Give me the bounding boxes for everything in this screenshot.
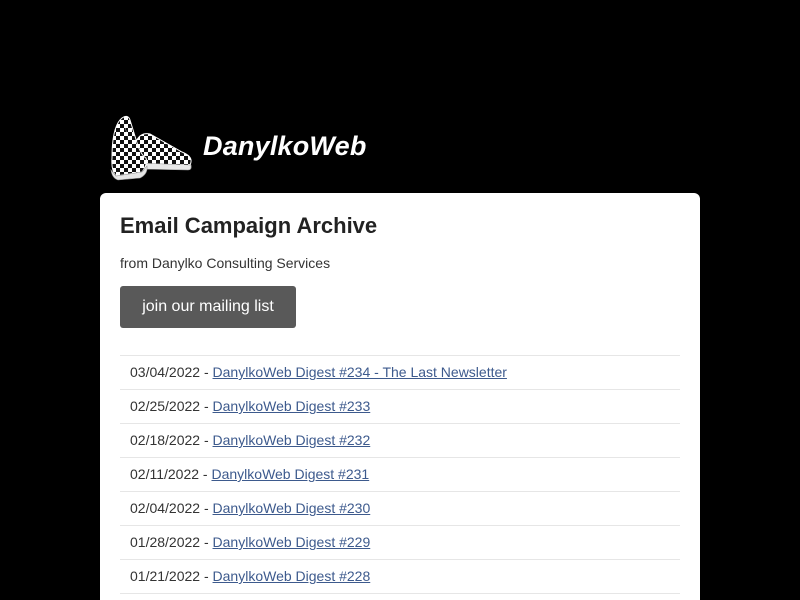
- page-title: Email Campaign Archive: [120, 213, 378, 238]
- campaign-separator: -: [200, 364, 213, 380]
- campaign-link[interactable]: DanylkoWeb Digest #232: [213, 432, 371, 448]
- join-mailing-list-button[interactable]: join our mailing list: [120, 286, 296, 328]
- campaign-date: 02/11/2022: [130, 466, 200, 482]
- campaign-link[interactable]: DanylkoWeb Digest #229: [213, 534, 371, 550]
- page-subtitle: from Danylko Consulting Services: [120, 255, 331, 271]
- campaign-separator: -: [200, 432, 213, 448]
- campaign-item: 01/21/2022 - DanylkoWeb Digest #228: [120, 560, 680, 594]
- campaign-item: 03/04/2022 - DanylkoWeb Digest #234 - Th…: [120, 356, 680, 390]
- campaign-item: 01/28/2022 - DanylkoWeb Digest #229: [120, 526, 680, 560]
- campaign-item: 02/04/2022 - DanylkoWeb Digest #230: [120, 492, 680, 526]
- campaign-separator: -: [200, 534, 213, 550]
- site-header: DanylkoWeb: [108, 112, 367, 186]
- campaign-link[interactable]: DanylkoWeb Digest #233: [213, 398, 371, 414]
- campaign-date: 02/18/2022: [130, 432, 201, 448]
- campaign-date: 02/25/2022: [130, 398, 201, 414]
- content-card: Email Campaign Archive from Danylko Cons…: [100, 193, 700, 600]
- campaign-separator: -: [200, 500, 213, 516]
- campaign-link[interactable]: DanylkoWeb Digest #228: [213, 568, 371, 584]
- checkered-slip-on-shoes-icon: [110, 115, 192, 181]
- campaign-separator: -: [200, 568, 213, 584]
- campaign-separator: -: [199, 466, 212, 482]
- campaign-item: 02/25/2022 - DanylkoWeb Digest #233: [120, 390, 680, 424]
- campaign-link[interactable]: DanylkoWeb Digest #230: [213, 500, 371, 516]
- campaign-link[interactable]: DanylkoWeb Digest #234 - The Last Newsle…: [213, 364, 507, 380]
- campaign-date: 03/04/2022: [130, 364, 201, 380]
- campaign-item: 02/11/2022 - DanylkoWeb Digest #231: [120, 458, 680, 492]
- campaign-separator: -: [200, 398, 213, 414]
- campaign-date: 01/21/2022: [130, 568, 201, 584]
- campaign-date: 02/04/2022: [130, 500, 201, 516]
- campaign-link[interactable]: DanylkoWeb Digest #231: [211, 466, 369, 482]
- campaign-item: 02/18/2022 - DanylkoWeb Digest #232: [120, 424, 680, 458]
- campaign-list: 03/04/2022 - DanylkoWeb Digest #234 - Th…: [120, 355, 680, 594]
- campaign-date: 01/28/2022: [130, 534, 201, 550]
- site-brand-name[interactable]: DanylkoWeb: [203, 131, 367, 162]
- page: DanylkoWeb Email Campaign Archive from D…: [0, 0, 800, 600]
